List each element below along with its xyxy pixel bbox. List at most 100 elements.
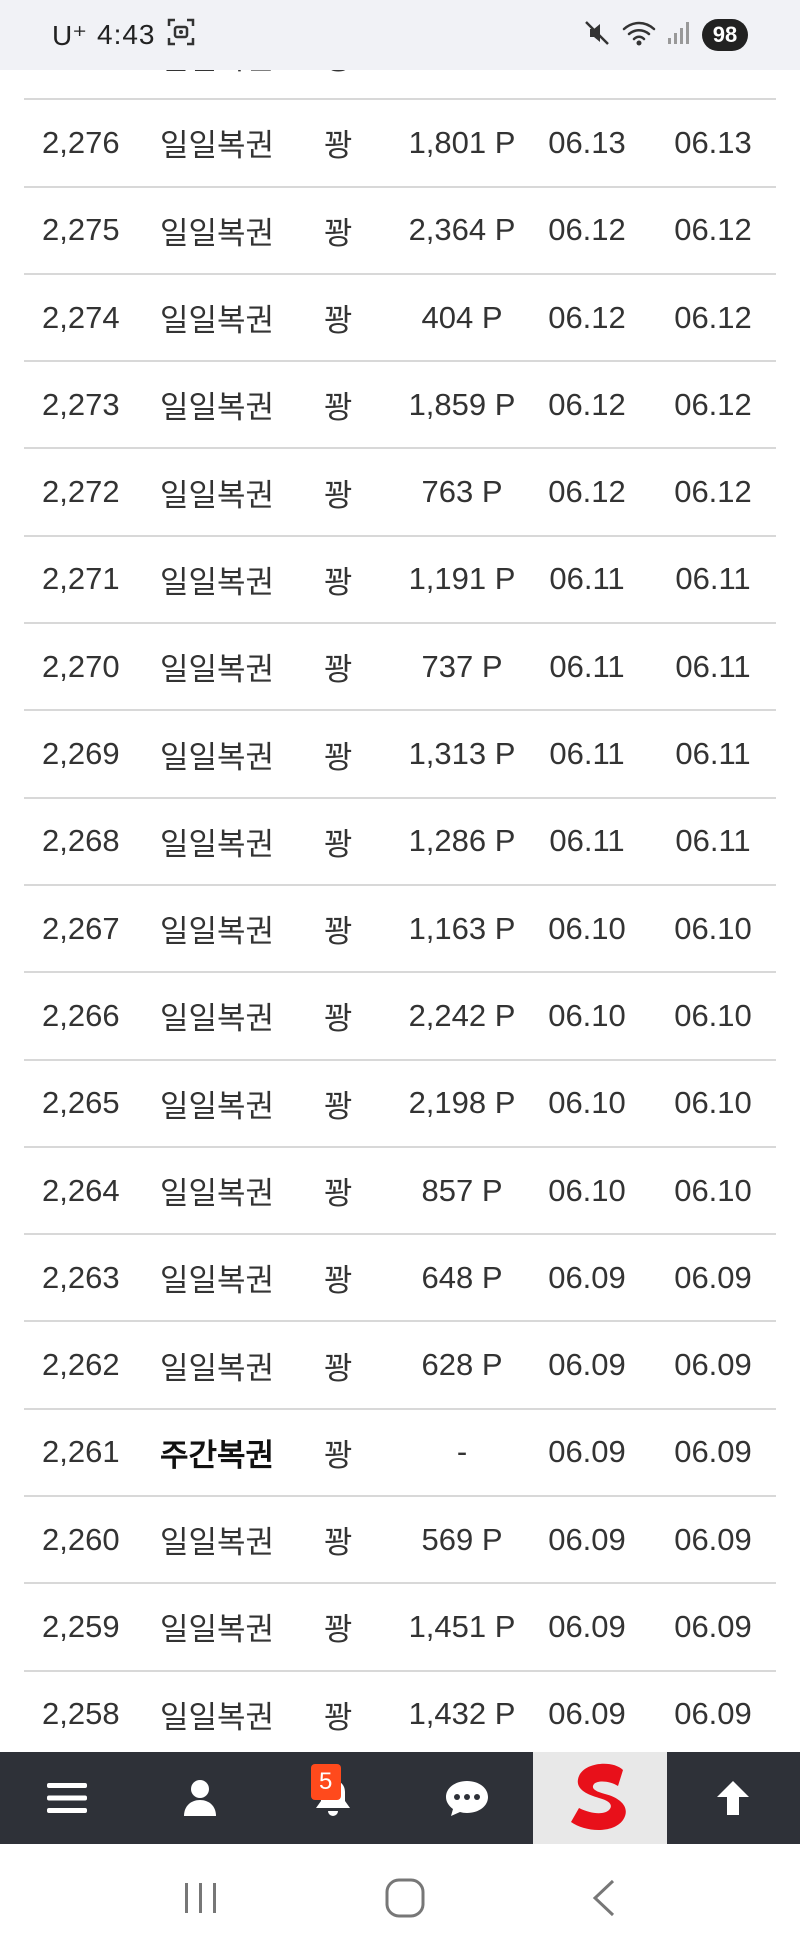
table-row: 2,259 일일복권 꽝 1,451 P 06.09 06.09 — [24, 1584, 776, 1672]
row-point: 1,191 P — [408, 561, 516, 597]
signal-icon — [666, 18, 692, 53]
row-date: 06.09 — [548, 1434, 626, 1470]
row-number: 2,264 — [42, 1172, 120, 1208]
screenshot-icon — [166, 17, 196, 54]
mute-icon — [582, 18, 612, 53]
recent-apps-button[interactable] — [181, 1879, 221, 1922]
row-date-2: 06.11 — [675, 561, 751, 597]
home-button[interactable] — [384, 1877, 426, 1924]
row-lottery-type: 일일복권 — [160, 1176, 275, 1211]
row-date: 06.09 — [548, 1608, 626, 1644]
list-content: 2,277일일복권꽝1,432 P06.1306.132,276일일복권꽝1,8… — [24, 70, 776, 1752]
row-point: 569 P — [421, 1521, 503, 1557]
table-row: 2,262 일일복권 꽝 628 P 06.09 06.09 — [24, 1322, 776, 1410]
row-point: 737 P — [421, 648, 503, 684]
table-row: 2,263 일일복권 꽝 648 P 06.09 06.09 — [24, 1235, 776, 1323]
user-icon — [183, 1780, 216, 1816]
row-point: - — [456, 1434, 468, 1470]
row-date-2: 06.09 — [674, 1521, 752, 1557]
row-point: 1,432 P — [400, 70, 524, 74]
row-result: 꽝 — [324, 390, 353, 426]
recent-apps-icon — [185, 1882, 217, 1913]
row-result: 꽝 — [324, 477, 353, 513]
row-date-2: 06.13 — [650, 70, 776, 74]
arrow-up-icon — [717, 1781, 750, 1815]
row-result: 꽝 — [324, 1176, 353, 1211]
status-left: U⁺ 4:43 — [52, 17, 196, 54]
row-result: 꽝 — [324, 826, 353, 862]
row-date: 06.09 — [548, 1521, 626, 1557]
row-point: 1,451 P — [408, 1608, 516, 1644]
row-result: 꽝 — [324, 1699, 353, 1735]
row-result: 꽝 — [324, 1088, 353, 1124]
row-date-2: 06.09 — [674, 1347, 752, 1383]
row-date-2: 06.09 — [674, 1434, 752, 1470]
table-row: 2,266 일일복권 꽝 2,242 P 06.10 06.10 — [24, 973, 776, 1061]
row-lottery-type: 일일복권 — [160, 215, 275, 251]
menu-button[interactable] — [0, 1752, 133, 1844]
row-lottery-type: 일일복권 — [160, 1263, 275, 1299]
row-date-2: 06.12 — [674, 299, 752, 335]
row-point: 628 P — [421, 1347, 503, 1383]
notification-button[interactable]: 5 — [267, 1752, 400, 1844]
row-point: 1,859 P — [408, 386, 516, 422]
row-number: 2,270 — [42, 648, 120, 684]
row-result: 꽝 — [324, 739, 353, 775]
menu-icon — [46, 1783, 87, 1813]
chat-button[interactable] — [400, 1752, 533, 1844]
row-number: 2,271 — [42, 561, 120, 597]
table-row: 2,270 일일복권 꽝 737 P 06.11 06.11 — [24, 624, 776, 712]
row-number: 2,259 — [42, 1608, 120, 1644]
table-row: 2,274 일일복권 꽝 404 P 06.12 06.12 — [24, 275, 776, 363]
row-point: 2,242 P — [408, 997, 516, 1033]
table-row: 2,272 일일복권 꽝 763 P 06.12 06.12 — [24, 449, 776, 537]
row-date: 06.12 — [548, 474, 626, 510]
row-result: 꽝 — [324, 1525, 353, 1561]
row-lottery-type: 일일복권 — [160, 1699, 275, 1735]
row-lottery-type: 일일복권 — [160, 914, 275, 950]
row-date-2: 06.10 — [674, 997, 752, 1033]
back-button[interactable] — [589, 1877, 619, 1924]
row-point: 1,163 P — [408, 910, 516, 946]
row-lottery-type: 일일복권 — [160, 128, 275, 164]
row-lottery-type: 일일복권 — [160, 1525, 275, 1561]
row-result: 꽝 — [324, 652, 353, 688]
row-date-2: 06.11 — [675, 648, 751, 684]
lottery-history-list[interactable]: 2,277일일복권꽝1,432 P06.1306.132,276일일복권꽝1,8… — [24, 70, 776, 1752]
row-date: 06.12 — [548, 212, 626, 248]
table-row: 2,265 일일복권 꽝 2,198 P 06.10 06.10 — [24, 1061, 776, 1148]
row-lottery-type: 일일복권 — [160, 1001, 275, 1037]
table-row: 2,277일일복권꽝1,432 P06.1306.13 — [24, 70, 776, 101]
profile-button[interactable] — [133, 1752, 266, 1844]
table-row: 2,269 일일복권 꽝 1,313 P 06.11 06.11 — [24, 711, 776, 799]
row-lottery-type: 일일복권 — [160, 739, 275, 775]
row-result: 꽝 — [324, 1612, 353, 1648]
status-time: 4:43 — [97, 19, 156, 50]
row-lottery-type: 일일복권 — [160, 303, 275, 339]
row-point: 648 P — [421, 1259, 503, 1295]
row-number: 2,262 — [42, 1347, 120, 1383]
row-date: 06.13 — [524, 70, 650, 74]
row-point: 2,364 P — [408, 212, 516, 248]
row-point: 404 P — [421, 299, 503, 335]
row-number: 2,272 — [42, 474, 120, 510]
row-result: 꽝 — [324, 1437, 353, 1473]
table-row: 2,271 일일복권 꽝 1,191 P 06.11 06.11 — [24, 537, 776, 625]
row-result: 꽝 — [324, 914, 353, 950]
row-date: 06.11 — [549, 736, 625, 772]
row-lottery-type: 일일복권 — [160, 390, 275, 426]
row-number: 2,268 — [42, 823, 120, 859]
row-number: 2,267 — [42, 910, 120, 946]
table-row: 2,275 일일복권 꽝 2,364 P 06.12 06.12 — [24, 188, 776, 275]
row-date: 06.12 — [548, 386, 626, 422]
row-number: 2,266 — [42, 997, 120, 1033]
row-point: 857 P — [421, 1172, 503, 1208]
row-date: 06.10 — [548, 1085, 626, 1121]
row-lottery-type: 일일복권 — [160, 1350, 275, 1386]
row-result: 꽝 — [324, 1001, 353, 1037]
row-result: 꽝 — [324, 564, 353, 600]
row-point: 763 P — [421, 474, 503, 510]
scroll-top-button[interactable] — [667, 1752, 800, 1844]
row-date: 06.13 — [548, 124, 626, 160]
site-logo-button[interactable] — [533, 1752, 667, 1844]
